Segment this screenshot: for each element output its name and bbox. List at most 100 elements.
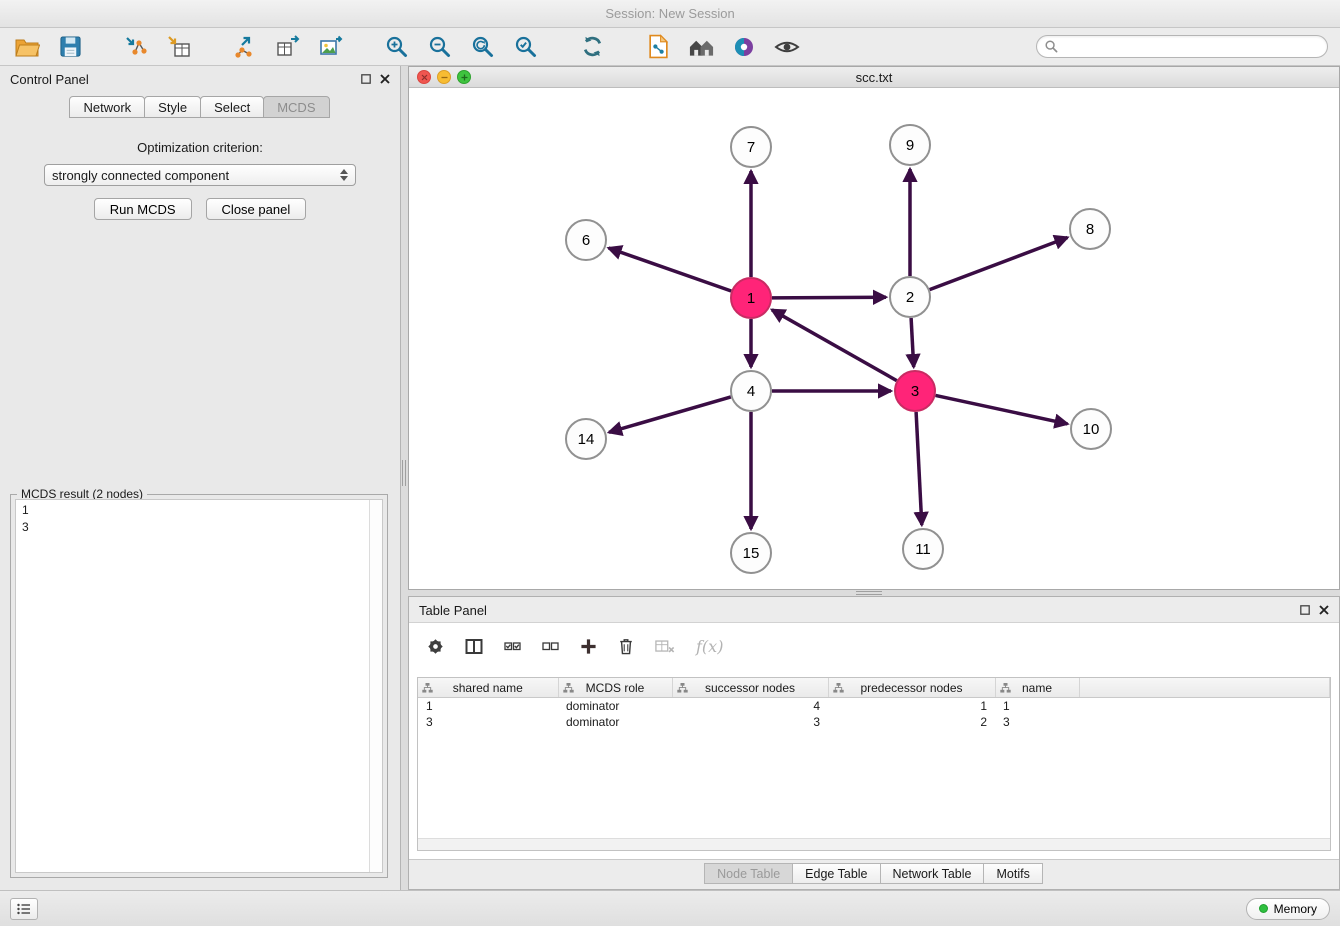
visibility-button[interactable]	[772, 32, 802, 62]
optimization-criterion-label: Optimization criterion:	[0, 140, 400, 155]
apply-style-button[interactable]	[729, 32, 759, 62]
network-view-window: scc.txt 7968124314101511	[408, 66, 1340, 590]
control-panel-header: Control Panel	[0, 66, 400, 92]
column-header-shared-name[interactable]: shared name	[418, 678, 558, 698]
zoom-fit-button[interactable]	[468, 32, 498, 62]
window-titlebar: Session: New Session	[0, 0, 1340, 28]
memory-label: Memory	[1274, 902, 1317, 916]
export-table-button[interactable]	[273, 32, 303, 62]
mcds-result-item: 3	[22, 519, 382, 536]
search-input[interactable]	[1064, 40, 1319, 54]
column-header-predecessor-nodes[interactable]: predecessor nodes	[828, 678, 995, 698]
minimize-glyph-icon	[440, 73, 449, 82]
column-header-successor-nodes[interactable]: successor nodes	[672, 678, 828, 698]
close-panel-action-button[interactable]: Close panel	[206, 198, 307, 220]
zoom-in-button[interactable]	[382, 32, 412, 62]
result-scrollbar[interactable]	[369, 500, 382, 872]
cell-shared-name[interactable]: 1	[418, 698, 558, 714]
close-panel-button[interactable]	[380, 74, 390, 84]
table-panel-title: Table Panel	[419, 603, 487, 618]
edge-layer	[609, 169, 1068, 529]
status-menu-button[interactable]	[10, 898, 38, 920]
cell-successor-nodes[interactable]: 4	[672, 698, 828, 714]
zoom-selected-button[interactable]	[511, 32, 541, 62]
column-type-icon	[677, 683, 688, 693]
close-icon	[1319, 605, 1329, 615]
column-header-name[interactable]: name	[995, 678, 1079, 698]
graph-node-label: 8	[1086, 221, 1094, 238]
memory-button[interactable]: Memory	[1246, 898, 1330, 920]
mcds-result-frame: MCDS result (2 nodes) 1 3	[10, 494, 388, 878]
graph-edge-3-10[interactable]	[936, 395, 1068, 424]
mcds-result-list[interactable]: 1 3	[15, 499, 383, 873]
export-network-button[interactable]	[230, 32, 260, 62]
cell-shared-name[interactable]: 3	[418, 714, 558, 730]
window-close-button[interactable]	[417, 70, 431, 84]
list-icon	[17, 903, 31, 915]
network-from-selection-button[interactable]	[643, 32, 673, 62]
cell-mcds-role[interactable]: dominator	[558, 698, 672, 714]
float-panel-button[interactable]	[361, 74, 371, 84]
table-settings-button[interactable]	[427, 635, 444, 657]
import-network-button[interactable]	[121, 32, 151, 62]
export-image-button[interactable]	[316, 32, 346, 62]
zoom-in-icon	[385, 35, 409, 59]
run-mcds-button[interactable]: Run MCDS	[94, 198, 192, 220]
delete-table-button[interactable]	[655, 635, 675, 657]
select-all-rows-button[interactable]	[504, 635, 521, 657]
home-button[interactable]	[686, 32, 716, 62]
search-box[interactable]	[1036, 35, 1328, 58]
cell-predecessor-nodes[interactable]: 1	[828, 698, 995, 714]
graph-edge-1-6[interactable]	[609, 248, 732, 291]
window-minimize-button[interactable]	[437, 70, 451, 84]
tab-style[interactable]: Style	[144, 96, 201, 118]
tab-network-table[interactable]: Network Table	[880, 863, 985, 884]
graph-node-label: 1	[747, 290, 755, 307]
cell-name[interactable]: 3	[995, 714, 1079, 730]
cell-mcds-role[interactable]: dominator	[558, 714, 672, 730]
show-columns-button[interactable]	[465, 635, 483, 657]
import-network-icon	[124, 35, 148, 59]
table-horizontal-scrollbar[interactable]	[418, 838, 1330, 850]
tab-edge-table[interactable]: Edge Table	[792, 863, 880, 884]
cell-predecessor-nodes[interactable]: 2	[828, 714, 995, 730]
graph-edge-4-14[interactable]	[609, 397, 731, 432]
graph-edge-3-11[interactable]	[916, 412, 922, 525]
export-network-icon	[233, 35, 257, 59]
table-row[interactable]: 1 dominator 4 1 1	[418, 698, 1330, 714]
window-zoom-button[interactable]	[457, 70, 471, 84]
zoom-out-icon	[428, 35, 452, 59]
import-table-icon	[167, 35, 191, 59]
column-header-mcds-role[interactable]: MCDS role	[558, 678, 672, 698]
function-builder-button[interactable]: f(x)	[696, 635, 723, 657]
delete-column-button[interactable]	[618, 635, 634, 657]
graph-edge-2-3[interactable]	[911, 318, 914, 367]
apply-layout-button[interactable]	[577, 32, 607, 62]
deselect-all-rows-button[interactable]	[542, 635, 559, 657]
tab-motifs[interactable]: Motifs	[983, 863, 1042, 884]
open-session-button[interactable]	[12, 32, 42, 62]
network-canvas[interactable]: 7968124314101511	[409, 88, 1339, 589]
close-table-panel-button[interactable]	[1319, 605, 1329, 615]
tab-network[interactable]: Network	[69, 96, 145, 118]
cell-successor-nodes[interactable]: 3	[672, 714, 828, 730]
tab-mcds[interactable]: MCDS	[263, 96, 329, 118]
table-row[interactable]: 3 dominator 3 2 3	[418, 714, 1330, 730]
horizontal-splitter[interactable]	[856, 591, 882, 595]
graph-node-label: 2	[906, 289, 914, 306]
float-table-panel-button[interactable]	[1300, 605, 1310, 615]
create-column-button[interactable]	[580, 635, 597, 657]
save-session-button[interactable]	[55, 32, 85, 62]
tab-node-table[interactable]: Node Table	[704, 863, 793, 884]
graph-edge-2-8[interactable]	[930, 238, 1068, 290]
graph-edge-3-1[interactable]	[772, 310, 897, 381]
vertical-splitter[interactable]	[402, 460, 406, 486]
criterion-dropdown[interactable]: strongly connected component	[44, 164, 356, 186]
tab-select[interactable]: Select	[200, 96, 264, 118]
import-table-button[interactable]	[164, 32, 194, 62]
cell-name[interactable]: 1	[995, 698, 1079, 714]
graph-edge-1-2[interactable]	[772, 297, 886, 298]
eye-icon	[774, 36, 800, 58]
zoom-out-button[interactable]	[425, 32, 455, 62]
application-window: Session: New Session	[0, 0, 1340, 926]
